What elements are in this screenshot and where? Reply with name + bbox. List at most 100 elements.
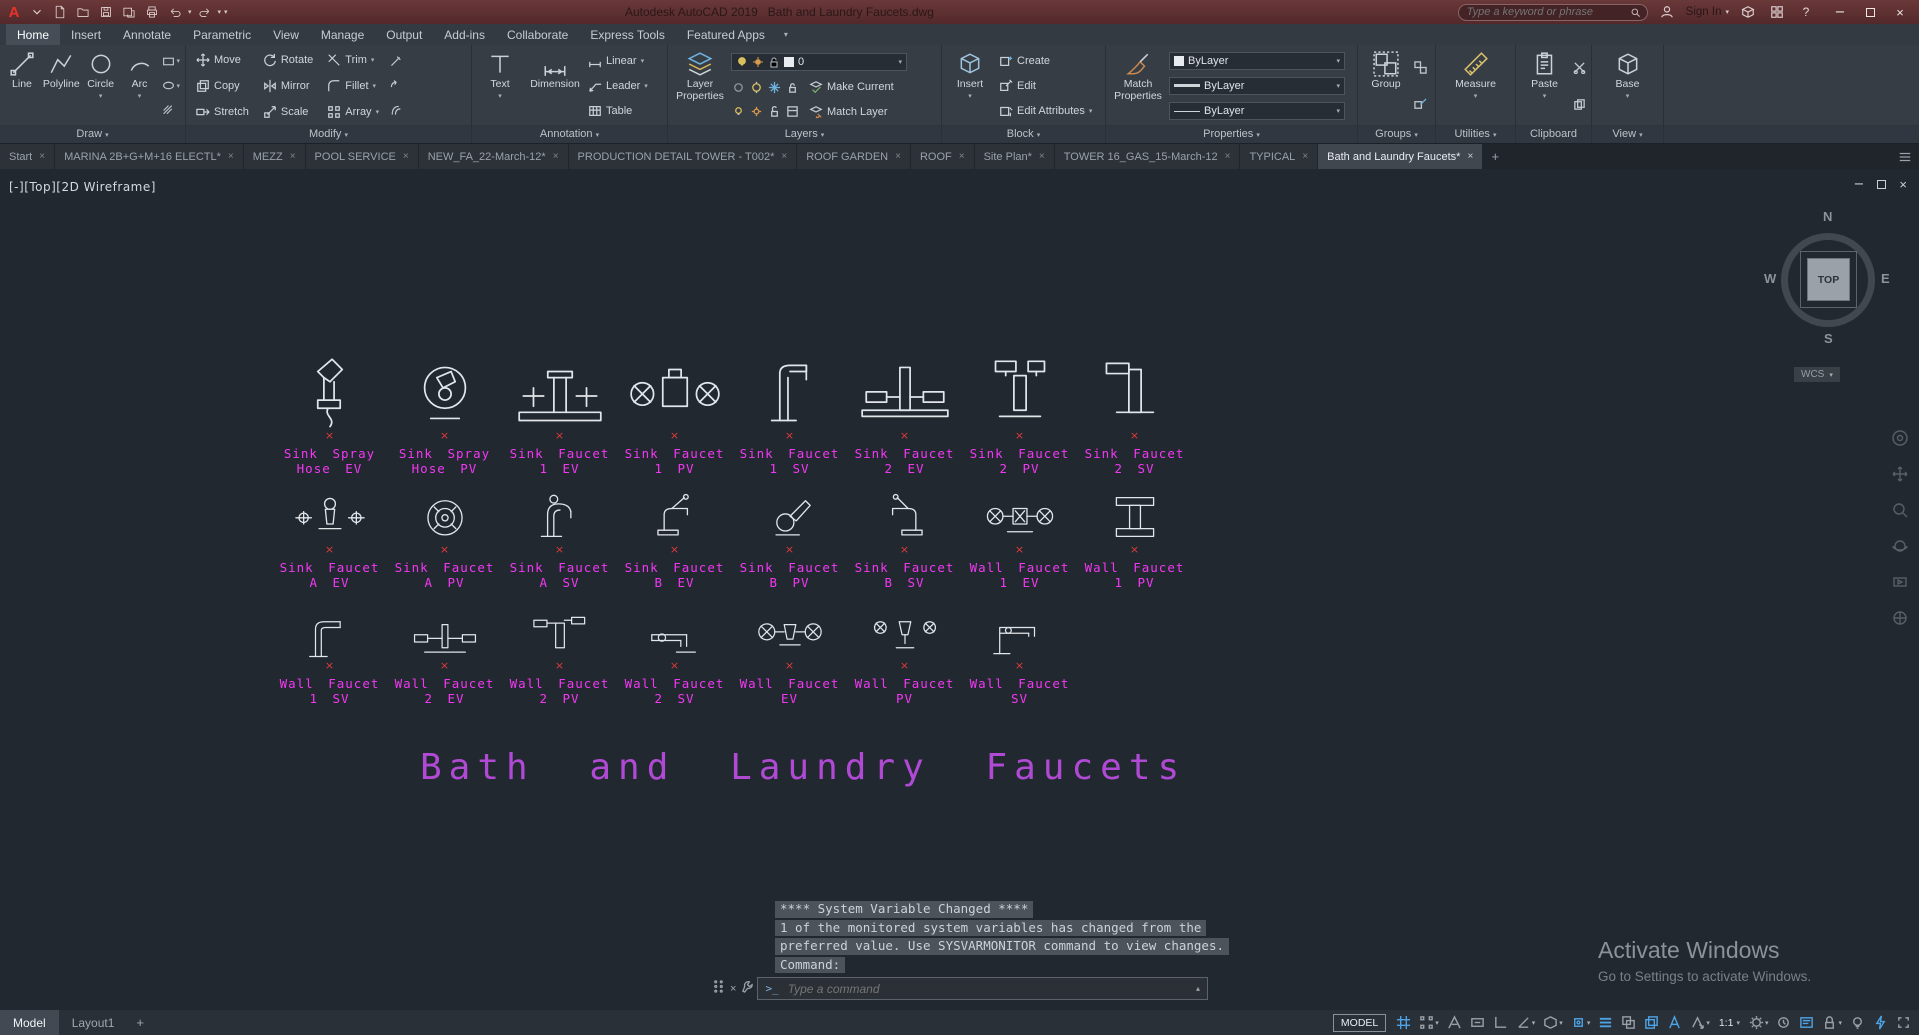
ribbon-tab-insert[interactable]: Insert <box>60 24 112 45</box>
layer-off-button[interactable] <box>731 80 746 95</box>
file-tab-close-icon[interactable]: × <box>1467 151 1473 162</box>
ribbon-tab-collaborate[interactable]: Collaborate <box>496 24 579 45</box>
match-properties-button[interactable]: Match Properties <box>1110 48 1166 124</box>
trim-button[interactable]: Trim ▾ <box>325 53 381 67</box>
file-tab-start[interactable]: Start × <box>0 144 55 169</box>
file-tab-roof-garden[interactable]: ROOF GARDEN × <box>797 144 910 169</box>
drawing-canvas[interactable]: [-][Top][2D Wireframe] − × N W E S TOP W… <box>0 169 1919 1010</box>
isolate-objects-icon[interactable] <box>1847 1013 1868 1033</box>
grid-toggle-icon[interactable] <box>1393 1013 1414 1033</box>
command-input[interactable] <box>785 980 1189 997</box>
object-snap-icon[interactable]: ▾ <box>1568 1013 1594 1033</box>
file-tab-close-icon[interactable]: × <box>228 151 234 162</box>
ribbon-tab-annotate[interactable]: Annotate <box>112 24 182 45</box>
command-line-close-icon[interactable]: × <box>728 983 738 995</box>
file-tab-close-icon[interactable]: × <box>290 151 296 162</box>
ribbon-tab-express-tools[interactable]: Express Tools <box>579 24 675 45</box>
leader-button[interactable]: Leader ▾ <box>586 79 650 93</box>
symbol-sink-spray-hose-pv[interactable]: × Sink Spray Hose PV <box>387 349 502 476</box>
text-button[interactable]: Text ▾ <box>476 48 524 124</box>
command-line-customize-icon[interactable] <box>741 980 754 998</box>
file-tab-tower-16-gas-15-march-12[interactable]: TOWER 16_GAS_15-March-12 × <box>1054 144 1240 169</box>
ribbon-tab-add-ins[interactable]: Add-ins <box>433 24 496 45</box>
hatch-button[interactable] <box>161 103 182 118</box>
layer-on-all-button[interactable] <box>731 104 746 119</box>
erase-button[interactable] <box>388 54 403 69</box>
file-tab-close-icon[interactable]: × <box>895 151 901 162</box>
plot-icon[interactable] <box>142 3 162 21</box>
symbol-sink-spray-hose-ev[interactable]: × Sink Spray Hose EV <box>272 349 387 476</box>
symbol-sink-faucet-a-ev[interactable]: × Sink Faucet A EV <box>272 491 387 590</box>
file-tab-close-icon[interactable]: × <box>403 151 409 162</box>
viewcube-north[interactable]: N <box>1823 209 1832 224</box>
isodraft-icon[interactable]: ▾ <box>1540 1013 1566 1033</box>
search-icon[interactable] <box>1630 7 1641 18</box>
symbol-sink-faucet-1-ev[interactable]: × Sink Faucet 1 EV <box>502 349 617 476</box>
lock-ui-icon[interactable]: ▾ <box>1819 1013 1845 1033</box>
zoom-extents-icon[interactable] <box>1891 501 1909 524</box>
command-input-field[interactable]: >_ ▴ <box>757 977 1208 1000</box>
layout1-tab[interactable]: Layout1 <box>59 1010 128 1035</box>
layer-unlock-all-button[interactable] <box>767 104 782 119</box>
file-tab-overflow-menu-icon[interactable] <box>1891 144 1919 169</box>
doc-minimize-button[interactable]: − <box>1854 177 1865 192</box>
file-tab-close-icon[interactable]: × <box>39 151 45 162</box>
symbol-sink-faucet-b-sv[interactable]: × Sink Faucet B SV <box>847 491 962 590</box>
file-tab-marina-2b-g-m-16-electl[interactable]: MARINA 2B+G+M+16 ELECTL* × <box>55 144 243 169</box>
viewcube-east[interactable]: E <box>1881 271 1890 286</box>
panel-groups-label[interactable]: Groups ▾ <box>1358 125 1435 143</box>
new-layout-button[interactable]: + <box>127 1010 153 1035</box>
redo-icon[interactable] <box>195 3 215 21</box>
ribbon-tab-parametric[interactable]: Parametric <box>182 24 262 45</box>
symbol-wall-faucet-1-sv[interactable]: × Wall Faucet 1 SV <box>272 611 387 706</box>
panel-block-label[interactable]: Block ▾ <box>942 125 1105 143</box>
quick-properties-icon[interactable] <box>1796 1013 1817 1033</box>
rectangle-button[interactable]: ▾ <box>161 54 182 69</box>
ribbon-tab-view[interactable]: View <box>262 24 310 45</box>
explode-button[interactable] <box>388 78 403 93</box>
dynamic-input-icon[interactable] <box>1467 1013 1488 1033</box>
linetype-dropdown[interactable]: ByLayer ▾ <box>1169 102 1345 121</box>
showmotion-icon[interactable] <box>1891 573 1909 596</box>
polar-tracking-icon[interactable]: ▾ <box>1513 1013 1539 1033</box>
annotation-scale-button[interactable]: 1:1 ▾ <box>1715 1017 1744 1029</box>
workspace-gear-icon[interactable]: ▾ <box>1746 1013 1772 1033</box>
ribbon-display-toggle[interactable]: ▾ <box>776 24 796 45</box>
symbol-sink-faucet-2-sv[interactable]: × Sink Faucet 2 SV <box>1077 349 1192 476</box>
make-current-button[interactable]: Make Current <box>807 80 896 94</box>
file-tab-bath-and-laundry-faucets[interactable]: Bath and Laundry Faucets* × <box>1318 144 1483 169</box>
file-tab-production-detail-tower-t002[interactable]: PRODUCTION DETAIL TOWER - T002* × <box>568 144 797 169</box>
viewcube-top-face[interactable]: TOP <box>1807 258 1850 301</box>
ellipse-button[interactable]: ▾ <box>161 78 182 93</box>
file-tab-close-icon[interactable]: × <box>1039 151 1045 162</box>
circle-button[interactable]: Circle ▾ <box>83 48 119 124</box>
redo-caret-icon[interactable]: ▾ <box>218 8 222 16</box>
offset-button[interactable] <box>388 103 403 118</box>
file-tab-close-icon[interactable]: × <box>553 151 559 162</box>
object-color-dropdown[interactable]: ByLayer ▾ <box>1169 51 1345 70</box>
layer-lock-button[interactable] <box>785 80 800 95</box>
open-file-icon[interactable] <box>73 3 93 21</box>
undo-icon[interactable] <box>165 3 185 21</box>
group-button[interactable]: Group <box>1362 48 1410 124</box>
file-tab-typical[interactable]: TYPICAL × <box>1240 144 1318 169</box>
app-menu-caret-icon[interactable] <box>27 3 47 21</box>
snap-toggle-icon[interactable]: ▾ <box>1416 1013 1442 1033</box>
linear-button[interactable]: Linear ▾ <box>586 54 650 68</box>
match-layer-button[interactable]: Match Layer <box>807 105 890 119</box>
transparency-toggle-icon[interactable] <box>1618 1013 1639 1033</box>
pan-icon[interactable] <box>1891 465 1909 488</box>
symbol-wall-faucet-2-pv[interactable]: × Wall Faucet 2 PV <box>502 611 617 706</box>
panel-properties-label[interactable]: Properties ▾ <box>1106 125 1357 143</box>
ribbon-tab-manage[interactable]: Manage <box>310 24 375 45</box>
steering-wheel-icon[interactable] <box>1891 609 1909 632</box>
save-as-icon[interactable] <box>119 3 139 21</box>
file-tab-close-icon[interactable]: × <box>1225 151 1231 162</box>
base-button[interactable]: Base ▾ <box>1604 48 1652 124</box>
ribbon-tab-output[interactable]: Output <box>375 24 433 45</box>
symbol-sink-faucet-1-sv[interactable]: × Sink Faucet 1 SV <box>732 349 847 476</box>
symbol-sink-faucet-2-ev[interactable]: × Sink Faucet 2 EV <box>847 349 962 476</box>
ribbon-tab-featured-apps[interactable]: Featured Apps <box>676 24 776 45</box>
panel-view-label[interactable]: View ▾ <box>1592 125 1663 143</box>
panel-layers-label[interactable]: Layers ▾ <box>668 125 941 143</box>
